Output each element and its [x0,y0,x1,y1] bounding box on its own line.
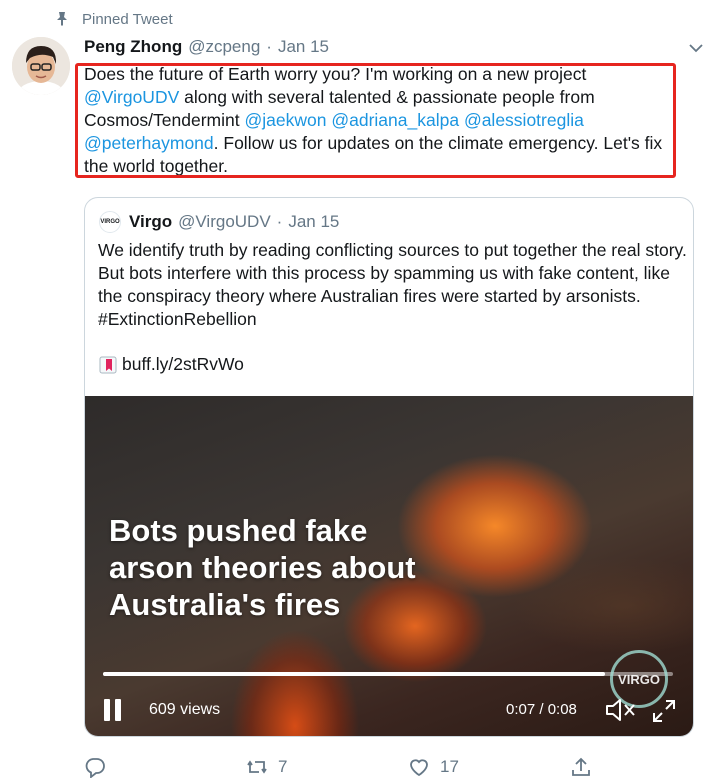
bookmark-link-icon [99,356,117,373]
quoted-tweet-link-text: buff.ly/2stRvWo [122,354,244,374]
video-progress-fill [103,672,605,676]
retweet-icon [247,760,267,774]
mention-link[interactable]: @jaekwon [244,110,326,130]
mute-icon[interactable] [604,696,636,724]
quoted-tweet-header: VIRGO Virgo @VirgoUDV · Jan 15 [99,210,339,234]
tweet-actions: 7 17 [0,752,724,782]
quoted-tweet-text: We identify truth by reading conflicting… [98,240,687,329]
tweet-header: Peng Zhong @zcpeng · Jan 15 [84,37,704,61]
tweet-text-segment: Does the future of Earth worry you? I'm … [84,64,587,84]
tweet-date[interactable]: Jan 15 [278,37,329,57]
video-caption: Bots pushed fake arson theories about Au… [109,512,416,623]
quoted-tweet-date: Jan 15 [288,212,340,231]
pinned-tweet-label-row: Pinned Tweet [56,10,173,28]
share-button[interactable] [570,756,602,778]
retweet-count: 7 [278,757,288,776]
reply-button[interactable] [84,756,116,778]
mention-link[interactable]: @peterhaymond [84,133,214,153]
quoted-header-separator: · [276,212,283,231]
video-caption-line: arson theories about [109,550,416,585]
like-count: 17 [440,757,459,776]
mention-link[interactable]: @alessiotreglia [464,110,584,130]
share-icon [572,757,590,776]
quoted-tweet[interactable]: VIRGO Virgo @VirgoUDV · Jan 15 We identi… [84,197,694,737]
tweet-text: Does the future of Earth worry you? I'm … [84,63,674,178]
video-time: 0:07 / 0:08 [506,701,577,718]
pause-icon [104,699,110,721]
video-caption-line: Australia's fires [109,587,341,622]
quoted-tweet-link[interactable]: buff.ly/2stRvWo [98,353,244,376]
reply-icon [85,758,105,778]
author-handle[interactable]: @zcpeng [188,37,260,57]
header-separator: · [266,37,272,56]
quoted-author-avatar: VIRGO [99,211,121,233]
retweet-button[interactable]: 7 [246,756,287,778]
pin-icon [57,12,67,26]
quoted-author-name: Virgo [129,212,173,231]
mention-link[interactable]: @adriana_kalpa [331,110,459,130]
pinned-tweet-label: Pinned Tweet [82,10,173,28]
author-avatar[interactable] [12,37,70,95]
video-player[interactable]: Bots pushed fake arson theories about Au… [85,396,693,736]
heart-icon [410,759,428,777]
fullscreen-icon[interactable] [651,698,677,724]
like-button[interactable]: 17 [408,756,459,778]
quoted-author-handle: @VirgoUDV [178,212,271,231]
mention-link[interactable]: @VirgoUDV [84,87,179,107]
video-views: 609 views [149,701,221,718]
author-name[interactable]: Peng Zhong [84,37,182,57]
video-progress-bar[interactable] [103,672,673,676]
chevron-down-icon[interactable] [688,40,704,56]
pause-button[interactable] [104,699,126,721]
video-caption-line: Bots pushed fake [109,513,368,548]
